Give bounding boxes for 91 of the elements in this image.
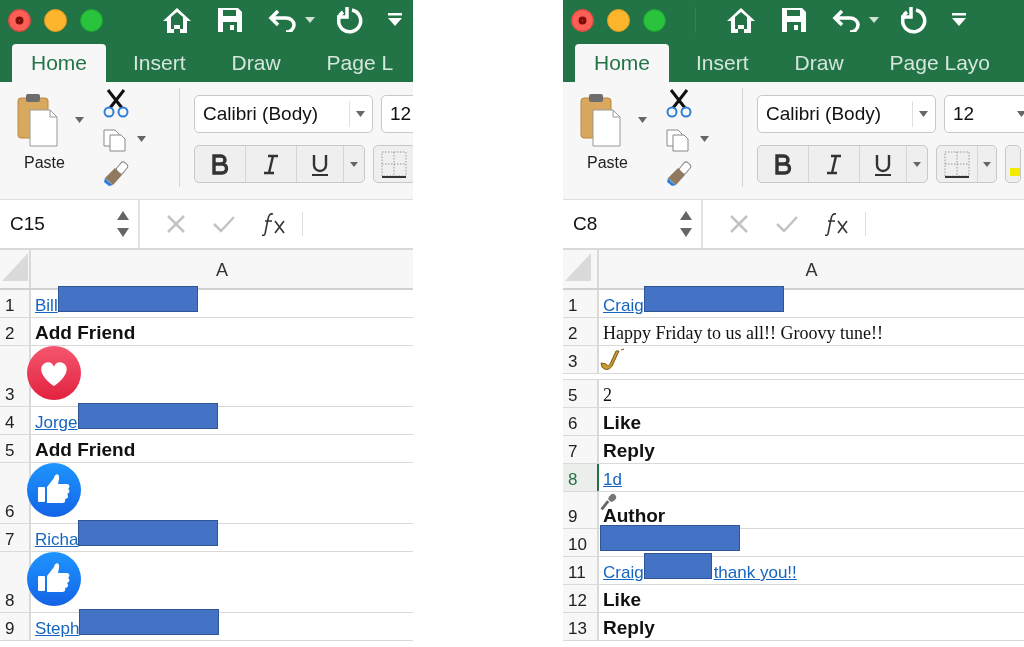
font-size-dropdown[interactable]: 12 xyxy=(944,95,1024,133)
row-header[interactable]: 12 xyxy=(563,585,599,612)
save-icon[interactable] xyxy=(217,7,243,33)
row-header[interactable]: 9 xyxy=(0,613,31,640)
row-header[interactable]: 2 xyxy=(0,318,31,345)
ribbon-tab[interactable]: Page Layo xyxy=(870,44,1009,82)
row-header[interactable]: 11 xyxy=(563,557,599,584)
row-header[interactable]: 9 xyxy=(563,492,599,528)
ribbon-tab[interactable]: Insert xyxy=(114,44,205,82)
ribbon-tab[interactable]: Draw xyxy=(212,44,300,82)
saxophone-icon xyxy=(599,348,625,372)
undo-icon[interactable] xyxy=(832,8,862,32)
minimize-button[interactable] xyxy=(44,8,67,32)
customize-icon[interactable] xyxy=(952,13,966,27)
row-header[interactable]: 3 xyxy=(0,346,31,406)
close-button[interactable] xyxy=(8,8,31,32)
caret-icon[interactable] xyxy=(1017,111,1024,117)
row-header[interactable]: 1 xyxy=(0,290,31,317)
row-header[interactable]: 5 xyxy=(563,380,599,407)
paintbrush-icon[interactable] xyxy=(666,160,694,186)
thumbs-up-reaction-icon xyxy=(27,463,81,517)
cell-text: 2 xyxy=(603,385,612,406)
caret-icon[interactable] xyxy=(638,117,647,123)
row-header[interactable]: 13 xyxy=(563,613,599,640)
row-header[interactable]: 10 xyxy=(563,529,599,556)
ribbon-tab[interactable]: Page L xyxy=(307,44,413,82)
row-header[interactable]: 3 xyxy=(563,346,599,373)
cell-link[interactable]: thank you!! xyxy=(713,563,797,583)
clipboard-icon[interactable] xyxy=(17,92,59,148)
row-header[interactable]: 7 xyxy=(0,524,31,551)
home-icon[interactable] xyxy=(162,6,192,34)
cell-text: Like xyxy=(603,412,642,434)
caret-icon[interactable] xyxy=(305,17,315,23)
redo-icon[interactable] xyxy=(899,6,927,34)
row-header[interactable]: 7 xyxy=(563,436,599,463)
row-header[interactable]: 4 xyxy=(0,407,31,434)
cell-text: Add Friend xyxy=(35,439,136,461)
caret-icon[interactable] xyxy=(869,17,879,23)
caret-icon[interactable] xyxy=(700,136,709,142)
cell-text: Author xyxy=(603,505,666,527)
redo-icon[interactable] xyxy=(335,6,363,34)
ribbon-tab[interactable]: Draw xyxy=(775,44,863,82)
row-header[interactable]: 8 xyxy=(563,464,599,491)
font-name-dropdown[interactable]: Calibri (Body) xyxy=(194,95,373,133)
cell-text: Like xyxy=(603,589,642,611)
ribbon-tab[interactable]: Home xyxy=(575,44,670,82)
heart-reaction-icon xyxy=(27,346,81,400)
minimize-button[interactable] xyxy=(607,8,630,32)
paste-label[interactable]: Paste xyxy=(587,154,628,172)
row-header[interactable]: 1 xyxy=(563,290,599,317)
cell-text: Add Friend xyxy=(35,322,136,344)
ribbon-tab[interactable]: Insert xyxy=(677,44,768,82)
caret-icon[interactable] xyxy=(75,117,84,123)
font-size-dropdown[interactable]: 12 xyxy=(381,95,413,133)
save-icon[interactable] xyxy=(781,7,807,33)
row-header[interactable]: 5 xyxy=(0,435,31,462)
cell-text: Happy Friday to us all!! Groovy tune!! xyxy=(603,323,883,344)
ribbon-tab[interactable]: Home xyxy=(12,44,107,82)
customize-icon[interactable] xyxy=(388,13,402,27)
function-icon[interactable] xyxy=(825,212,851,236)
row-header[interactable]: 2 xyxy=(563,318,599,345)
cell-link[interactable]: Craig xyxy=(603,563,644,583)
cell-link[interactable]: Jorge xyxy=(35,413,78,433)
row-header[interactable]: 6 xyxy=(0,463,31,523)
checkmark-icon[interactable] xyxy=(212,214,236,234)
cell-link[interactable]: 1d xyxy=(603,470,622,490)
scissors-icon[interactable] xyxy=(103,88,129,118)
thumbs-up-reaction-icon xyxy=(27,552,81,606)
font-name-dropdown[interactable]: Calibri (Body) xyxy=(757,95,936,133)
scissors-icon[interactable] xyxy=(666,88,692,118)
caret-icon[interactable] xyxy=(137,136,146,142)
undo-icon[interactable] xyxy=(268,8,298,32)
name-box[interactable]: C8 xyxy=(563,200,703,248)
cell-text: Reply xyxy=(603,440,655,462)
caret-icon[interactable] xyxy=(919,111,928,117)
close-button[interactable] xyxy=(571,8,594,32)
name-box[interactable]: C15 xyxy=(0,200,140,248)
checkmark-icon[interactable] xyxy=(775,214,799,234)
paintbrush-icon[interactable] xyxy=(103,160,131,186)
cell-link[interactable]: Steph xyxy=(35,619,80,639)
caret-icon[interactable] xyxy=(356,111,365,117)
home-icon[interactable] xyxy=(726,6,756,34)
cell-link[interactable]: Bill xyxy=(35,296,58,316)
paste-label[interactable]: Paste xyxy=(24,154,65,172)
cell-link[interactable]: Richa xyxy=(35,530,79,550)
clipboard-icon[interactable] xyxy=(580,92,622,148)
cell-link[interactable]: Craig xyxy=(603,296,644,316)
row-header[interactable]: 6 xyxy=(563,408,599,435)
cell-text: Reply xyxy=(603,617,655,639)
row-header[interactable]: 8 xyxy=(0,552,31,612)
function-icon[interactable] xyxy=(262,212,288,236)
